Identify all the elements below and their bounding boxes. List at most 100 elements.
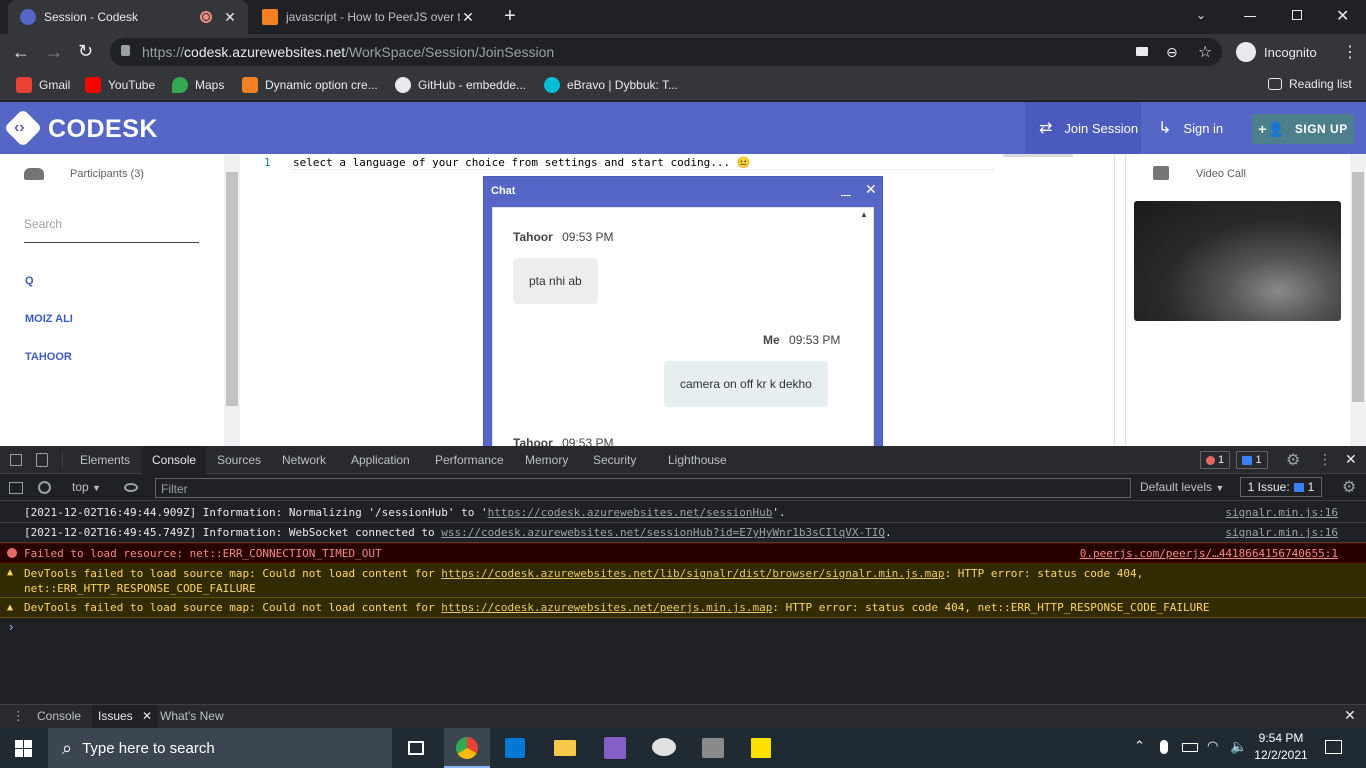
- log-link[interactable]: https://codesk.azurewebsites.net/peerjs.…: [441, 601, 772, 614]
- chrome-taskbar-icon[interactable]: [444, 728, 490, 768]
- close-window-icon[interactable]: ✕: [1336, 6, 1349, 26]
- close-drawer-tab-icon[interactable]: ✕: [142, 709, 152, 723]
- bookmark-ebravo[interactable]: eBravo | Dybbuk: T...: [544, 77, 678, 93]
- chat-minimize-icon[interactable]: [841, 195, 851, 196]
- show-hidden-icons-icon[interactable]: ⌃: [1134, 738, 1145, 754]
- page-scrollbar-thumb[interactable]: [1352, 172, 1364, 402]
- clock-time[interactable]: 9:54 PM: [1258, 731, 1304, 745]
- device-toolbar-icon[interactable]: [36, 453, 48, 467]
- chat-messages[interactable]: ▲ Tahoor 09:53 PM pta nhi ab Me 09:53 PM…: [492, 207, 874, 446]
- notifications-icon[interactable]: [1325, 740, 1342, 754]
- chat-window[interactable]: Chat ✕ ▲ Tahoor 09:53 PM pta nhi ab Me 0…: [483, 176, 883, 446]
- windows-start-icon[interactable]: [15, 740, 32, 757]
- file-explorer-icon[interactable]: [554, 740, 576, 756]
- battery-icon[interactable]: [1182, 743, 1198, 752]
- console-filter-input[interactable]: Filter: [155, 478, 1131, 498]
- microphone-icon[interactable]: [1160, 740, 1168, 754]
- drawer-tab-issues[interactable]: Issues ✕: [92, 705, 159, 728]
- log-source-link[interactable]: signalr.min.js:16: [1225, 526, 1338, 539]
- log-link[interactable]: wss://codesk.azurewebsites.net/sessionHu…: [441, 526, 885, 539]
- tab-search-icon[interactable]: ⌄: [1196, 8, 1206, 22]
- drawer-tab-console[interactable]: Console: [37, 709, 81, 723]
- browser-menu-icon[interactable]: ⋮: [1342, 42, 1358, 62]
- clock-date[interactable]: 12/2/2021: [1252, 748, 1310, 762]
- tab-security[interactable]: Security: [593, 446, 636, 474]
- editor-line[interactable]: select a language of your choice from se…: [293, 156, 750, 169]
- tab-stackoverflow[interactable]: javascript - How to PeerJS over th ✕: [250, 0, 486, 34]
- sign-up-button[interactable]: +👤 SIGN UP: [1252, 114, 1354, 144]
- close-drawer-icon[interactable]: ✕: [1344, 707, 1356, 724]
- tab-sources[interactable]: Sources: [217, 446, 261, 474]
- paint-icon[interactable]: [652, 738, 676, 756]
- tab-network[interactable]: Network: [282, 446, 326, 474]
- brand-name[interactable]: CODESK: [48, 115, 158, 144]
- video-feed[interactable]: [1134, 201, 1341, 321]
- tab-console[interactable]: Console: [142, 446, 207, 474]
- bookmark-maps[interactable]: Maps: [172, 77, 224, 93]
- message-count-badge[interactable]: 1: [1236, 451, 1268, 469]
- participant-item[interactable]: TAHOOR: [25, 351, 72, 363]
- bookmark-star-icon[interactable]: ☆: [1198, 42, 1212, 62]
- log-link[interactable]: https://codesk.azurewebsites.net/lib/sig…: [441, 567, 944, 580]
- bookmark-dynamic-option[interactable]: Dynamic option cre...: [242, 77, 378, 93]
- devtools-close-icon[interactable]: ✕: [1345, 451, 1357, 468]
- close-tab-icon[interactable]: ✕: [460, 9, 476, 25]
- lock-icon[interactable]: [121, 45, 130, 56]
- forward-icon[interactable]: →: [45, 42, 63, 63]
- reload-icon[interactable]: ↻: [78, 41, 93, 62]
- log-source-link[interactable]: signalr.min.js:16: [1225, 506, 1338, 519]
- drawer-tab-whats-new[interactable]: What's New: [160, 709, 224, 723]
- devtools-settings-icon[interactable]: ⚙: [1286, 450, 1300, 470]
- error-count-badge[interactable]: 1: [1200, 451, 1230, 469]
- chat-scroll-up-icon[interactable]: ▲: [860, 210, 868, 219]
- tab-lighthouse[interactable]: Lighthouse: [668, 446, 727, 474]
- console-settings-icon[interactable]: ⚙: [1342, 477, 1356, 497]
- participant-item[interactable]: MOIZ ALI: [25, 313, 73, 325]
- participant-search-input[interactable]: Search: [24, 217, 199, 243]
- clear-console-icon[interactable]: [38, 481, 51, 494]
- sidebar-scrollbar-thumb[interactable]: [226, 172, 238, 406]
- bookmark-youtube[interactable]: YouTube: [85, 77, 155, 93]
- participant-item[interactable]: Q: [25, 275, 34, 287]
- tab-application[interactable]: Application: [351, 446, 410, 474]
- sticky-notes-icon[interactable]: [751, 738, 771, 758]
- tools-icon[interactable]: [702, 738, 724, 758]
- restore-window-icon[interactable]: [1292, 10, 1302, 20]
- drawer-menu-icon[interactable]: ⋮: [12, 708, 25, 724]
- volume-icon[interactable]: 🔈: [1230, 738, 1247, 755]
- editor-minimap[interactable]: [1003, 154, 1073, 157]
- new-tab-button[interactable]: +: [500, 6, 520, 26]
- log-link[interactable]: https://codesk.azurewebsites.net/session…: [488, 506, 773, 519]
- inspect-element-icon[interactable]: [10, 454, 22, 466]
- reading-list[interactable]: Reading list: [1268, 77, 1352, 91]
- live-expression-eye-icon[interactable]: [124, 483, 138, 492]
- taskbar-search-box[interactable]: ⌕ Type here to search: [48, 728, 392, 768]
- tab-session-codesk[interactable]: Session - Codesk ✕: [8, 0, 248, 34]
- issues-button[interactable]: 1 Issue: 1: [1240, 477, 1322, 497]
- profile-label[interactable]: Incognito: [1264, 45, 1317, 60]
- sidebar-toggle-icon[interactable]: [9, 482, 23, 494]
- log-levels-dropdown[interactable]: Default levels ▼: [1140, 480, 1224, 494]
- visual-studio-icon[interactable]: [604, 737, 626, 759]
- context-selector[interactable]: top ▼: [72, 480, 101, 494]
- bookmark-github[interactable]: GitHub - embedde...: [395, 77, 526, 93]
- wifi-icon[interactable]: ◠: [1207, 738, 1218, 754]
- camera-icon[interactable]: [1136, 47, 1148, 56]
- incognito-icon[interactable]: [1236, 42, 1256, 62]
- close-tab-icon[interactable]: ✕: [222, 9, 238, 25]
- tab-elements[interactable]: Elements: [80, 446, 130, 474]
- devtools-menu-icon[interactable]: ⋮: [1318, 451, 1332, 468]
- minimize-window-icon[interactable]: [1244, 16, 1256, 17]
- bookmark-gmail[interactable]: Gmail: [16, 77, 70, 93]
- task-view-icon[interactable]: [408, 741, 424, 755]
- back-icon[interactable]: ←: [12, 42, 30, 63]
- join-session-button[interactable]: ⇄ Join Session: [1025, 102, 1141, 154]
- log-source-link[interactable]: 0.peerjs.com/peerjs/…4418664156740655:1: [1080, 547, 1338, 560]
- sign-in-button[interactable]: ↳ Sign in: [1158, 102, 1223, 154]
- chat-close-icon[interactable]: ✕: [865, 181, 877, 198]
- tab-performance[interactable]: Performance: [435, 446, 504, 474]
- address-url[interactable]: https://codesk.azurewebsites.net/WorkSpa…: [142, 44, 554, 60]
- console-prompt[interactable]: ›: [9, 619, 13, 634]
- tab-memory[interactable]: Memory: [525, 446, 568, 474]
- zoom-icon[interactable]: ⊖: [1166, 44, 1178, 61]
